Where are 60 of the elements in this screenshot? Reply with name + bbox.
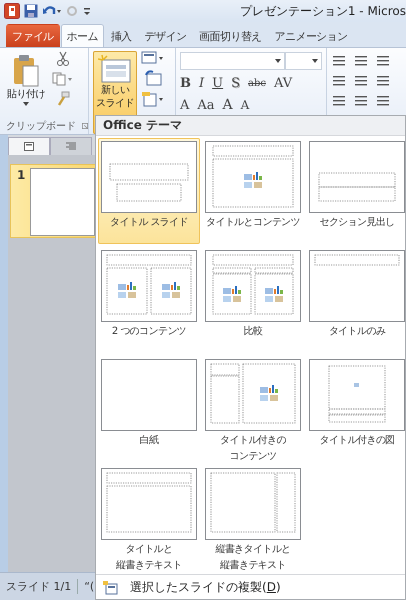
layout-option[interactable]: タイトル付きの コンテンツ: [202, 356, 304, 462]
font-size-button[interactable]: A: [240, 98, 250, 112]
caret-icon: [23, 102, 29, 106]
layout-option[interactable]: 比較: [202, 247, 304, 354]
redo-icon: [66, 4, 78, 18]
layout-option[interactable]: タイトルのみ: [306, 247, 406, 354]
layout-option[interactable]: タイトル付きの図: [306, 356, 406, 462]
font-name-field[interactable]: [180, 52, 284, 70]
layout-option[interactable]: 縦書きタイトルと 縦書きテキスト: [202, 465, 304, 572]
clipboard-icon: [12, 54, 40, 88]
ribbon-tab[interactable]: デザイン: [138, 24, 192, 47]
status-text: スライド 1/1: [0, 579, 78, 594]
content-icon: [244, 172, 262, 188]
ribbon-tab[interactable]: 挿入: [104, 24, 138, 47]
layout-option[interactable]: タイトルとコンテンツ: [202, 138, 304, 244]
cut-icon[interactable]: [56, 51, 70, 67]
font-size-field[interactable]: [284, 52, 322, 70]
format-painter-icon[interactable]: [56, 91, 70, 107]
font-style-button[interactable]: abc: [248, 78, 266, 88]
font-size-button[interactable]: Aa: [197, 98, 215, 112]
layout-option[interactable]: タイトル スライド: [98, 138, 200, 244]
dialog-launcher-icon[interactable]: [82, 122, 88, 130]
paste-button[interactable]: 貼り付け: [4, 51, 48, 118]
outline-icon: [66, 142, 76, 151]
font-style-button[interactable]: B: [180, 76, 191, 90]
layout-icon[interactable]: [141, 51, 165, 65]
save-icon[interactable]: [24, 4, 38, 18]
dropdown-caret-icon: [312, 59, 318, 63]
ribbon-tab[interactable]: ホーム: [60, 24, 104, 47]
font-style-button[interactable]: U: [212, 76, 224, 90]
content-icon: [118, 282, 136, 298]
reset-icon[interactable]: [144, 70, 162, 86]
new-slide-icon: [98, 54, 132, 84]
font-style-button[interactable]: I: [199, 76, 204, 90]
font-style-button[interactable]: S: [231, 76, 240, 90]
font-size-button[interactable]: A: [180, 98, 190, 112]
layout-option[interactable]: 白紙: [98, 356, 200, 462]
slides-tab[interactable]: [8, 137, 50, 155]
ribbon-tab[interactable]: アニメーション: [268, 24, 354, 47]
content-icon: [223, 286, 241, 302]
content-icon: [162, 282, 180, 298]
content-icon: [260, 385, 278, 402]
section-icon[interactable]: [141, 91, 165, 107]
layout-option[interactable]: セクション見出し: [306, 138, 406, 244]
layout-option[interactable]: タイトルと 縦書きテキスト: [98, 465, 200, 572]
layout-option[interactable]: 2 つのコンテンツ: [98, 247, 200, 354]
outline-tab[interactable]: [50, 137, 92, 155]
content-icon: [265, 286, 283, 302]
duplicate-slide-icon: [102, 580, 118, 595]
ribbon-tab[interactable]: ファイル: [6, 24, 60, 47]
font-size-button[interactable]: A: [222, 97, 233, 113]
copy-icon[interactable]: [52, 72, 74, 86]
dropdown-caret-icon: [274, 59, 280, 63]
slide-icon: [24, 142, 34, 151]
window-title: プレゼンテーション1 - Micros: [240, 2, 406, 20]
slide-thumbnail-item[interactable]: 1: [10, 164, 95, 238]
font-style-button[interactable]: AV: [274, 76, 292, 90]
app-logo-icon: [4, 3, 20, 19]
group-label: クリップボード: [6, 120, 76, 133]
ribbon-tab[interactable]: 画面切り替え: [193, 24, 268, 47]
